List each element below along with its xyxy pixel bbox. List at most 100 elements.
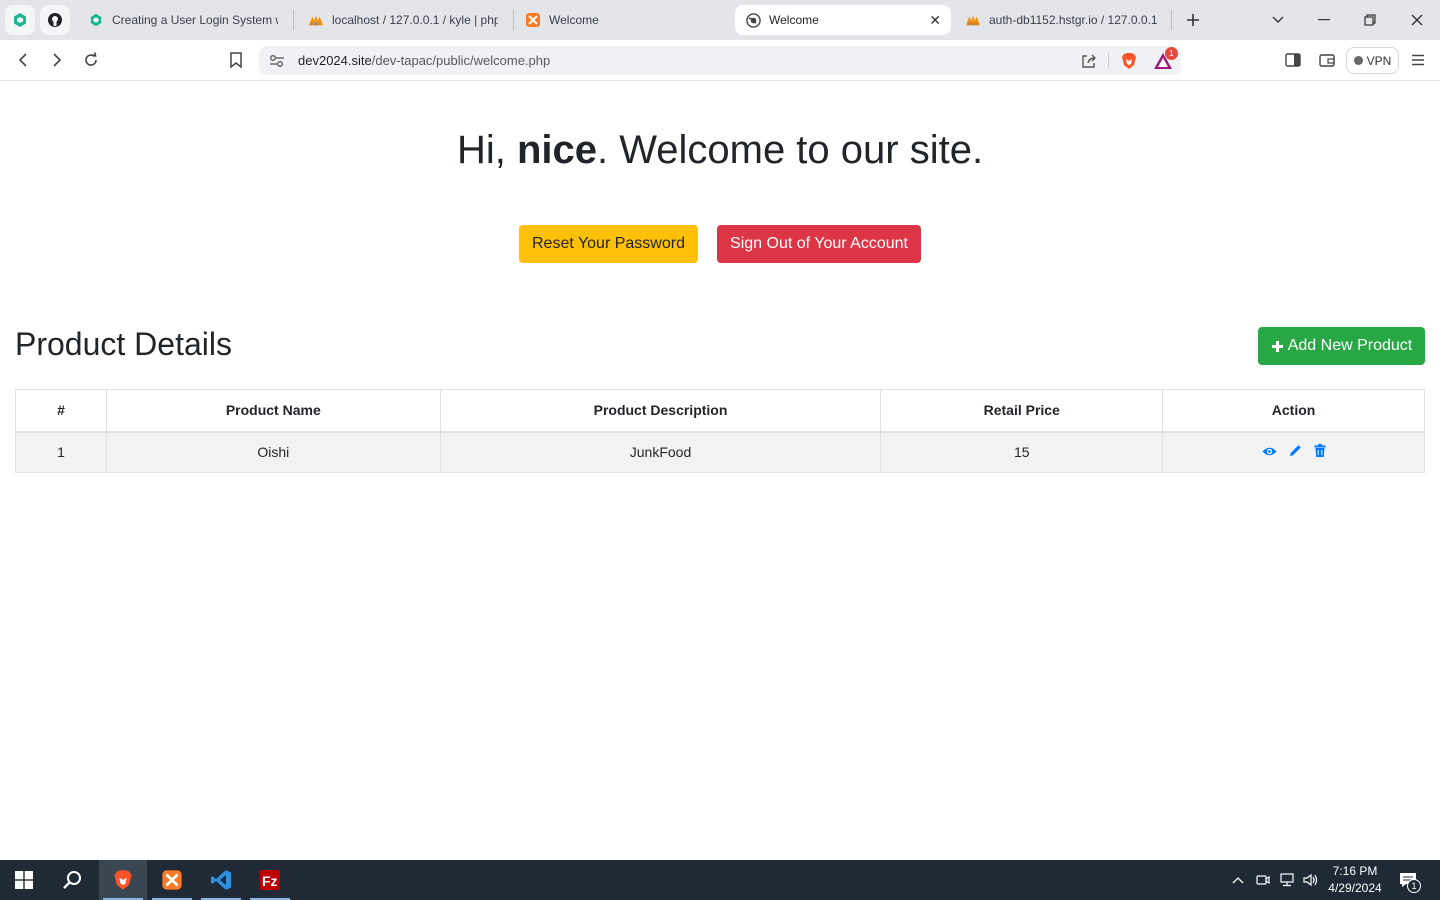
add-new-product-button[interactable]: Add New Product (1258, 327, 1425, 365)
pinned-tab-github[interactable] (40, 5, 70, 35)
close-tab-icon[interactable]: ✕ (929, 12, 941, 29)
search-icon (63, 871, 81, 889)
bookmark-button[interactable] (222, 46, 250, 74)
tab-separator (293, 10, 294, 30)
tab-welcome-xampp[interactable]: Welcome (515, 5, 725, 35)
plus-icon (1271, 340, 1283, 352)
reload-icon (85, 52, 97, 66)
greeting-prefix: Hi, (456, 128, 517, 172)
taskbar-brave-browser[interactable] (99, 860, 147, 900)
taskbar-xampp[interactable] (148, 860, 196, 900)
share-button[interactable] (1079, 51, 1099, 71)
cell-retail-price: 15 (880, 431, 1164, 473)
chevron-left-icon (18, 53, 27, 67)
column-header-retail-price: Retail Price (880, 389, 1164, 433)
trash-icon (1314, 444, 1326, 458)
svg-text:PMA: PMA (968, 21, 978, 26)
system-clock[interactable]: 7:16 PM 4/29/2024 (1320, 863, 1390, 897)
phpmyadmin-icon: PMA (308, 15, 324, 26)
taskbar-filezilla[interactable]: Fz (246, 860, 294, 900)
sidebar-toggle-button[interactable] (1279, 46, 1307, 74)
menu-button[interactable] (1404, 46, 1432, 74)
bookmark-icon (230, 52, 242, 68)
windows-logo-icon (15, 871, 33, 889)
tab-login-system[interactable]: Creating a User Login System wit (78, 5, 288, 35)
restore-button[interactable] (1347, 0, 1393, 40)
phpmyadmin-icon: PMA (965, 15, 981, 26)
table-header-row: # Product Name Product Description Retai… (15, 389, 1425, 433)
meet-now-button[interactable] (1253, 860, 1273, 900)
pinned-tab-shield[interactable] (5, 5, 35, 35)
sidebar-icon (1285, 53, 1301, 67)
product-table: # Product Name Product Description Retai… (15, 389, 1425, 473)
brave-lion-icon (114, 870, 132, 890)
filezilla-icon: Fz (260, 870, 280, 890)
table-row: 1 Oishi JunkFood 15 (15, 431, 1425, 473)
username: nice (516, 128, 597, 172)
delete-record-button[interactable] (1314, 444, 1326, 460)
xampp-icon (526, 13, 540, 27)
close-window-button[interactable] (1394, 0, 1440, 40)
reload-button[interactable] (77, 46, 105, 74)
site-settings-icon[interactable] (267, 51, 287, 71)
vpn-label: VPN (1366, 53, 1392, 68)
taskbar-vscode[interactable] (197, 860, 245, 900)
network-button[interactable] (1277, 860, 1297, 900)
column-header-product-description: Product Description (439, 389, 882, 433)
globe-icon (745, 12, 761, 28)
rewards-badge: 1 (1165, 47, 1178, 60)
minimize-button[interactable] (1301, 0, 1347, 40)
notification-center-button[interactable]: 1 (1394, 860, 1422, 900)
browser-toolbar: dev2024.site/dev-tapac/public/welcome.ph… (0, 40, 1440, 81)
browser-tab-strip: Creating a User Login System wit PMA loc… (0, 0, 1440, 40)
view-record-button[interactable] (1262, 444, 1277, 460)
reset-password-button[interactable]: Reset Your Password (519, 225, 698, 263)
new-tab-button[interactable] (1170, 0, 1216, 40)
chevron-up-icon (1232, 877, 1244, 884)
cell-number: 1 (15, 431, 107, 473)
tab-separator (513, 10, 514, 30)
tab-phpmyadmin-remote[interactable]: PMA auth-db1152.hstgr.io / 127.0.0.1 (955, 5, 1167, 35)
pencil-icon (1289, 445, 1301, 457)
tab-welcome-active[interactable]: Welcome ✕ (735, 5, 951, 35)
camera-icon (1256, 875, 1270, 885)
show-hidden-icons-button[interactable] (1228, 860, 1248, 900)
start-button[interactable] (0, 860, 48, 900)
forward-button[interactable] (43, 46, 71, 74)
vpn-button[interactable]: VPN (1346, 47, 1399, 74)
share-icon (1082, 54, 1096, 68)
tab-search-button[interactable] (1255, 0, 1301, 40)
cell-actions (1162, 431, 1425, 473)
url-text[interactable]: dev2024.site/dev-tapac/public/welcome.ph… (298, 53, 550, 68)
tab-phpmyadmin-local[interactable]: PMA localhost / 127.0.0.1 / kyle | phpM (298, 5, 508, 35)
hamburger-menu-icon (1412, 54, 1424, 66)
vscode-icon (211, 870, 231, 890)
windows-taskbar: Fz 7:16 PM 4/29/2024 1 (0, 860, 1440, 900)
chevron-down-icon (1272, 16, 1284, 23)
back-button[interactable] (9, 46, 37, 74)
vpn-status-icon (1353, 56, 1363, 65)
search-button[interactable] (48, 860, 96, 900)
network-icon (1280, 873, 1294, 887)
wallet-icon (1319, 54, 1335, 67)
close-icon (1411, 14, 1423, 26)
address-bar[interactable]: dev2024.site/dev-tapac/public/welcome.ph… (259, 46, 1181, 75)
chevron-right-icon (53, 53, 62, 67)
tab-label: Creating a User Login System wit (112, 13, 278, 27)
brave-rewards-button[interactable]: 1 (1153, 47, 1178, 71)
volume-button[interactable] (1301, 860, 1321, 900)
wallet-button[interactable] (1313, 46, 1341, 74)
welcome-heading: Hi, nice. Welcome to our site. (0, 128, 1440, 173)
svg-text:Fz: Fz (262, 873, 278, 889)
edit-record-button[interactable] (1289, 444, 1302, 460)
add-button-label: Add New Product (1287, 337, 1413, 354)
sign-out-button[interactable]: Sign Out of Your Account (717, 225, 921, 263)
brave-lion-icon (1122, 53, 1136, 69)
brave-shields-button[interactable] (1119, 51, 1139, 71)
restore-icon (1364, 14, 1376, 26)
hexagon-favicon-icon (90, 13, 102, 27)
tune-icon (270, 55, 284, 67)
clock-date: 4/29/2024 (1328, 881, 1382, 895)
speaker-icon (1303, 873, 1318, 887)
tab-label: localhost / 127.0.0.1 / kyle | phpM (332, 13, 498, 27)
